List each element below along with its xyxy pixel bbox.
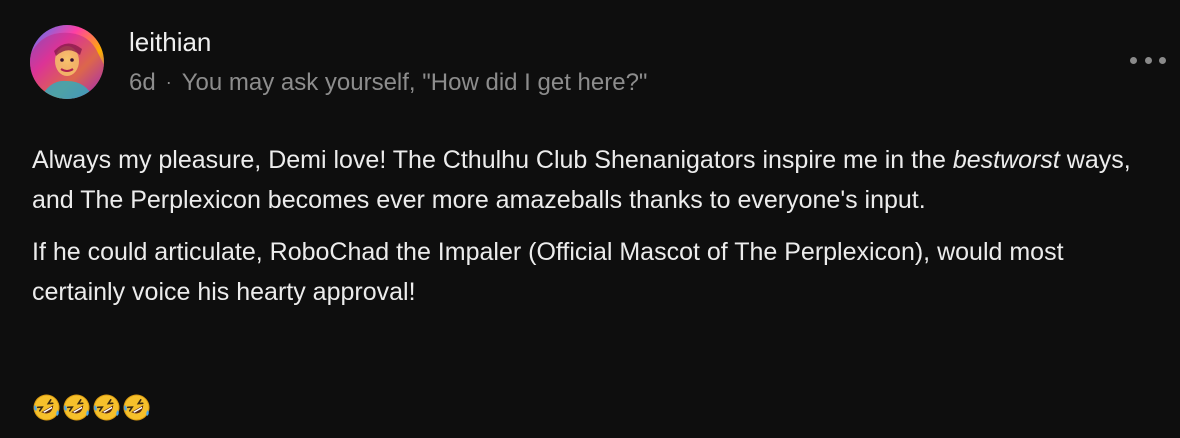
comment-paragraph: If he could articulate, RoboChad the Imp…: [32, 238, 1064, 306]
avatar[interactable]: [30, 25, 104, 99]
username[interactable]: leithian: [129, 26, 211, 58]
rolling-on-floor-laughing-icon: [92, 393, 121, 422]
more-horizontal-icon: [1159, 56, 1166, 64]
comment-body: Always my pleasure, Demi love! The Cthul…: [32, 140, 1142, 324]
comment-meta: 6d · You may ask yourself, "How did I get …: [129, 66, 647, 99]
meta-separator: ·: [165, 72, 172, 92]
emoji-row: [32, 393, 151, 422]
more-horizontal-icon: [1144, 56, 1152, 64]
comment-card: leithian 6d · You may ask yourself, "How d…: [0, 0, 1180, 438]
comment-age[interactable]: 6d: [129, 69, 156, 96]
comment-paragraph: Always my pleasure, Demi love! The Cthul…: [32, 140, 1142, 220]
more-horizontal-icon: [1130, 56, 1137, 64]
paragraph-text: Always my pleasure, Demi love! The Cthul…: [32, 146, 953, 174]
avatar-image: [30, 25, 104, 99]
rolling-on-floor-laughing-icon: [122, 393, 151, 422]
user-tagline: You may ask yourself, "How did I get her…: [181, 69, 648, 96]
more-options-button[interactable]: [1130, 48, 1166, 72]
rolling-on-floor-laughing-icon: [32, 393, 61, 422]
rolling-on-floor-laughing-icon: [62, 393, 91, 422]
emphasis-text: bestworst: [952, 146, 1060, 174]
